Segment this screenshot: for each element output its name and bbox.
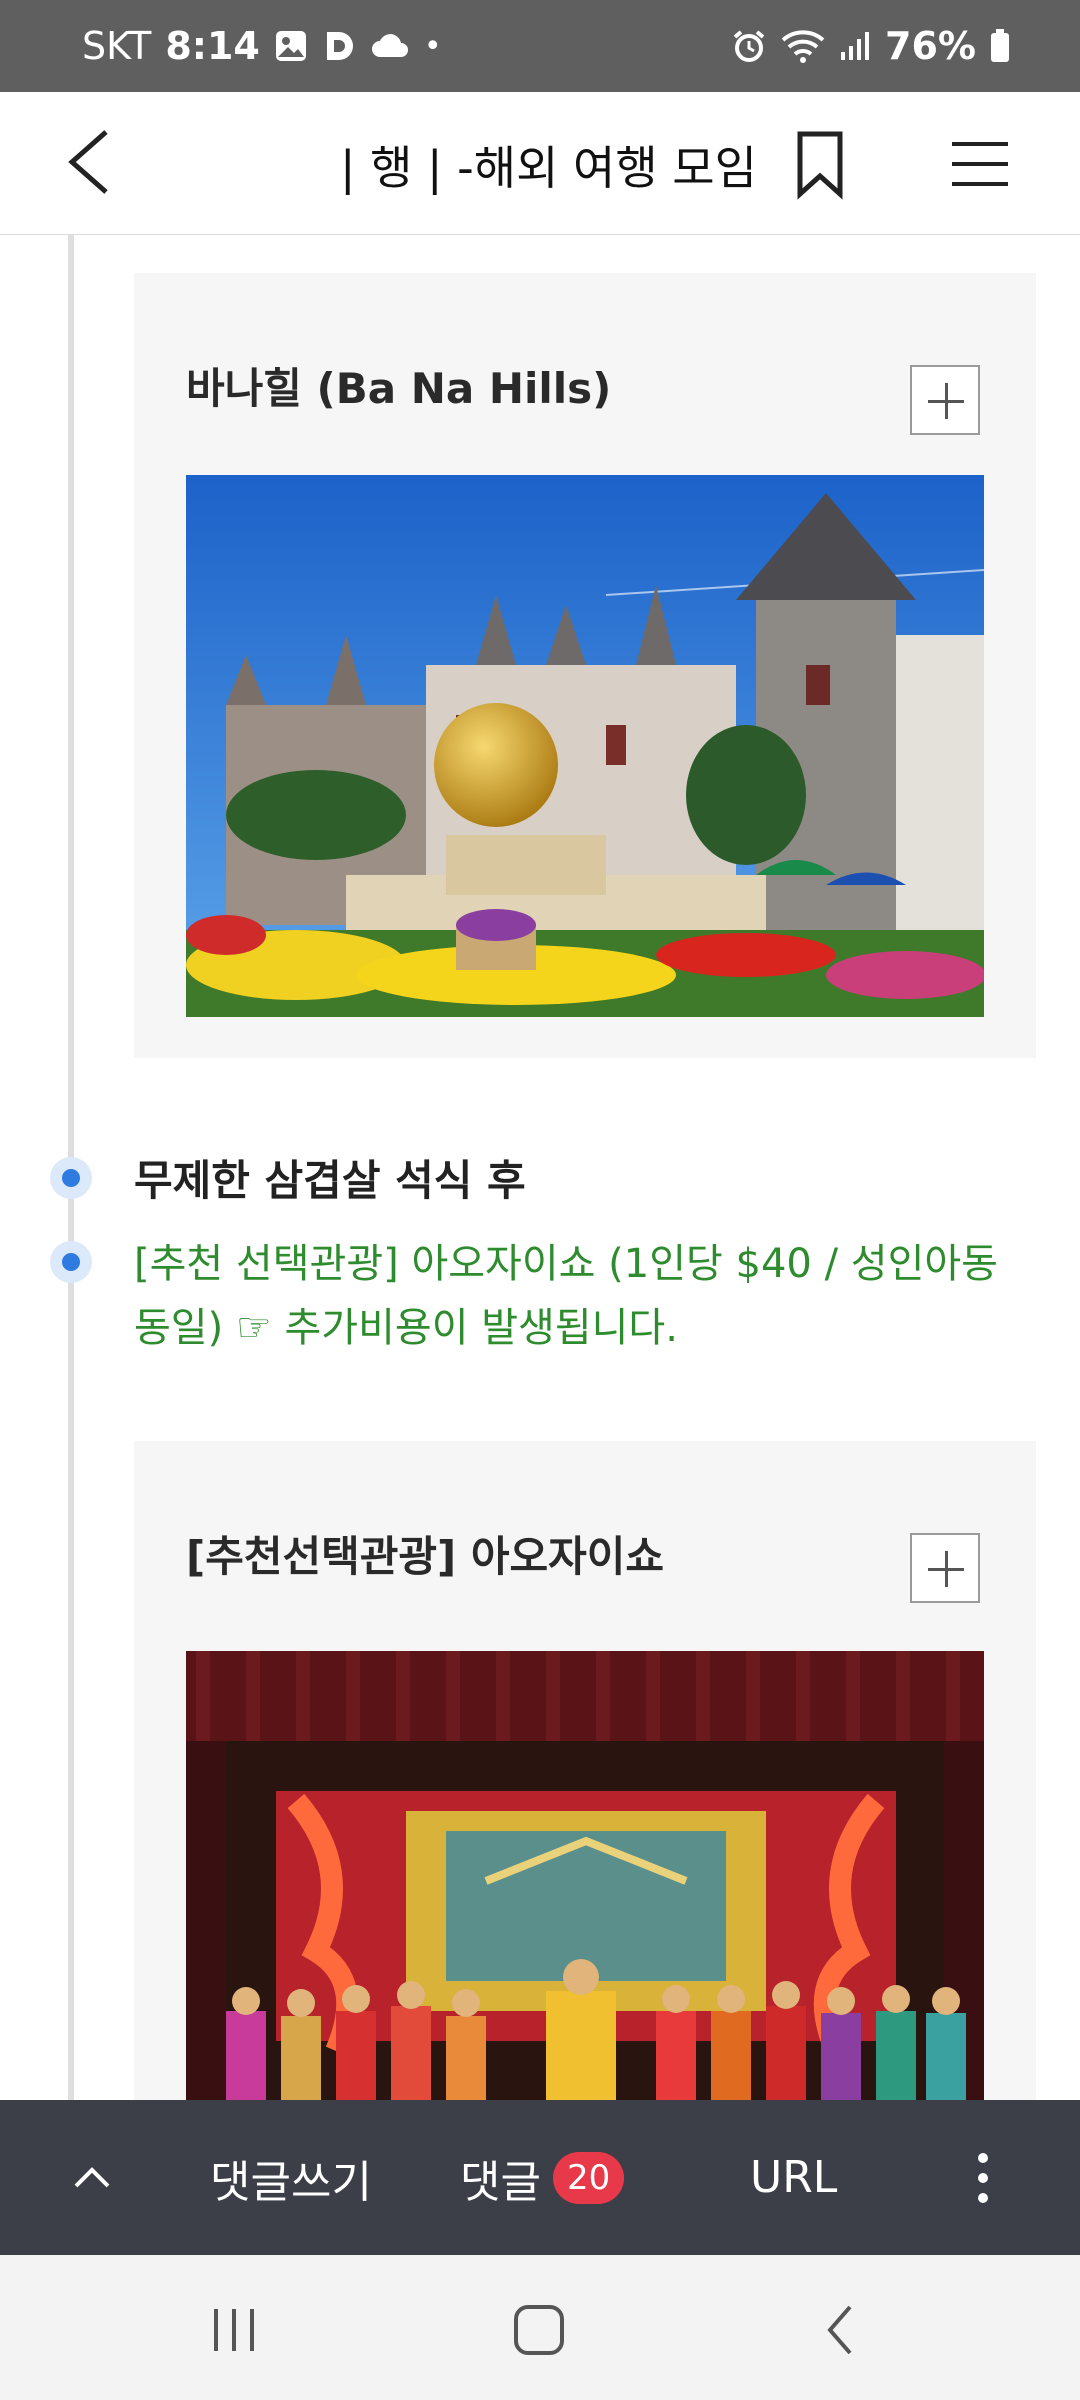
recent-apps-icon bbox=[214, 2309, 254, 2351]
d-app-icon bbox=[322, 29, 356, 63]
comments-button[interactable]: 댓글 20 bbox=[460, 2100, 625, 2255]
timeline-dot bbox=[50, 1157, 92, 1199]
battery-percent: 76% bbox=[885, 24, 976, 68]
menu-button[interactable] bbox=[950, 136, 1010, 192]
app-header: | 행 | -해외 여행 모임 bbox=[0, 92, 1080, 236]
write-comment-button[interactable]: 댓글쓰기 bbox=[210, 2100, 372, 2255]
attraction-card-ao-dai-show: [추천선택관광] 아오자이쇼 bbox=[134, 1441, 1036, 2100]
bookmark-icon bbox=[797, 131, 843, 200]
signal-icon bbox=[839, 30, 871, 62]
expand-button[interactable] bbox=[910, 365, 980, 435]
more-options-button[interactable] bbox=[968, 2100, 998, 2255]
nav-back-icon bbox=[827, 2305, 852, 2355]
chevron-up-icon bbox=[74, 2166, 110, 2187]
scroll-top-button[interactable] bbox=[70, 2100, 114, 2255]
status-bar: SKT 8:14 • 76% bbox=[0, 0, 1080, 92]
home-icon bbox=[514, 2305, 564, 2355]
comment-count-badge: 20 bbox=[552, 2151, 625, 2204]
comments-label: 댓글 bbox=[460, 2156, 541, 2208]
back-button[interactable] bbox=[58, 122, 128, 202]
battery-icon bbox=[990, 29, 1010, 63]
bottom-action-bar: 댓글쓰기 댓글 20 URL bbox=[0, 2100, 1080, 2255]
menu-icon bbox=[952, 142, 1008, 186]
ba-na-hills-photo bbox=[186, 475, 984, 1017]
content-scroll[interactable]: 바나힐 (Ba Na Hills) 무제한 삼겹살 석식 후 [추천 선택관광]… bbox=[0, 235, 1080, 2100]
status-left: SKT 8:14 • bbox=[82, 22, 442, 70]
expand-button[interactable] bbox=[910, 1533, 980, 1603]
timeline-item-dinner: 무제한 삼겹살 석식 후 bbox=[134, 1156, 526, 1205]
alarm-icon bbox=[731, 28, 767, 64]
page-title: | 행 | -해외 여행 모임 bbox=[340, 141, 757, 195]
image-icon bbox=[274, 29, 308, 63]
clock: 8:14 bbox=[165, 24, 260, 68]
notification-dot: • bbox=[423, 28, 442, 64]
timeline-item-optional-tour-line2: 동일) ☞ 추가비용이 발생됩니다. bbox=[134, 1305, 678, 1351]
cloud-icon bbox=[370, 31, 410, 61]
card-title: [추천선택관광] 아오자이쇼 bbox=[186, 1532, 665, 1581]
system-nav-bar bbox=[0, 2255, 1080, 2400]
more-vert-icon bbox=[978, 2152, 988, 2203]
ao-dai-show-photo bbox=[186, 1651, 984, 2100]
recent-apps-button[interactable] bbox=[210, 2295, 260, 2365]
card-title: 바나힐 (Ba Na Hills) bbox=[186, 364, 612, 413]
back-arrow-icon bbox=[68, 130, 108, 194]
wifi-icon bbox=[781, 28, 825, 64]
bookmark-button[interactable] bbox=[790, 130, 850, 200]
timeline-dot bbox=[50, 1241, 92, 1283]
nav-back-button[interactable] bbox=[820, 2295, 860, 2365]
home-button[interactable] bbox=[512, 2295, 568, 2365]
attraction-card-ba-na-hills: 바나힐 (Ba Na Hills) bbox=[134, 273, 1036, 1058]
timeline-item-optional-tour-line1: [추천 선택관광] 아오자이쇼 (1인당 $40 / 성인아동 bbox=[134, 1241, 998, 1287]
url-button[interactable]: URL bbox=[750, 2100, 837, 2255]
carrier: SKT bbox=[82, 24, 152, 68]
status-right: 76% bbox=[731, 22, 1010, 70]
